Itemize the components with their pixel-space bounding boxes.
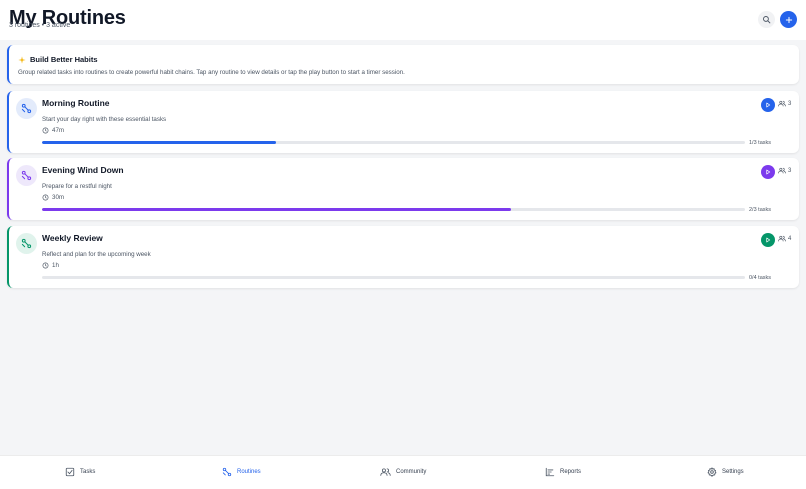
routine-icon — [16, 233, 37, 254]
task-count: 1/3 tasks — [749, 139, 772, 146]
page-subtitle: 3 routines • 3 active — [9, 22, 71, 29]
progress-fill — [42, 208, 511, 211]
participant-number: 3 — [788, 167, 792, 174]
nav-label: Community — [396, 469, 427, 475]
nav-label: Settings — [722, 469, 744, 475]
routine-duration: 47m — [42, 127, 64, 134]
clock-icon — [42, 194, 49, 201]
clock-icon — [42, 127, 49, 134]
play-button[interactable] — [761, 165, 775, 179]
routine-card[interactable]: Morning Routine Start your day right with… — [7, 91, 799, 153]
routine-description: Reflect and plan for the upcoming week — [42, 251, 151, 258]
add-routine-button[interactable] — [780, 11, 797, 28]
chart-icon — [545, 467, 555, 477]
play-icon — [766, 169, 771, 175]
task-count: 2/3 tasks — [749, 206, 772, 213]
participant-number: 3 — [788, 100, 792, 107]
checkbox-icon — [65, 467, 75, 477]
routine-card[interactable]: Evening Wind Down Prepare for a restful n… — [7, 158, 799, 220]
nav-community[interactable]: Community — [380, 467, 426, 477]
sparkle-icon — [18, 55, 26, 64]
tip-card: Build Better Habits Group related tasks … — [7, 45, 799, 84]
search-icon — [763, 16, 771, 24]
routine-icon — [16, 98, 37, 119]
gear-icon — [707, 467, 717, 477]
nav-label: Reports — [560, 469, 582, 475]
play-button[interactable] — [761, 98, 775, 112]
routine-duration: 1h — [42, 262, 59, 269]
duration-value: 47m — [52, 127, 65, 134]
routine-description: Prepare for a restful night — [42, 183, 112, 190]
community-icon — [380, 467, 391, 477]
users-icon — [778, 167, 786, 174]
search-button[interactable] — [758, 11, 775, 28]
routine-name: Morning Routine — [42, 98, 110, 108]
tip-body: Group related tasks into routines to cre… — [18, 69, 405, 76]
users-icon — [778, 235, 786, 242]
play-button[interactable] — [761, 233, 775, 247]
bottom-navigation: Tasks Routines Community Reports Settings — [0, 455, 806, 489]
duration-value: 30m — [52, 194, 65, 201]
participant-number: 4 — [788, 235, 792, 242]
routine-name: Weekly Review — [42, 233, 103, 243]
play-icon — [766, 102, 771, 108]
nav-reports[interactable]: Reports — [545, 467, 581, 477]
tip-heading: Build Better Habits — [18, 55, 98, 64]
routine-icon — [222, 467, 232, 477]
nav-routines[interactable]: Routines — [222, 467, 261, 477]
routine-name: Evening Wind Down — [42, 165, 124, 175]
progress-track — [42, 141, 745, 144]
app-header: My Routines 3 routines • 3 active — [0, 0, 806, 40]
routine-icon — [16, 165, 37, 186]
progress-track — [42, 208, 745, 211]
nav-settings[interactable]: Settings — [707, 467, 744, 477]
nav-tasks[interactable]: Tasks — [65, 467, 95, 477]
participant-count: 3 — [778, 167, 791, 174]
tip-title: Build Better Habits — [30, 55, 98, 64]
routine-duration: 30m — [42, 194, 64, 201]
plus-icon — [785, 16, 792, 23]
progress-fill — [42, 141, 277, 144]
clock-icon — [42, 262, 49, 269]
nav-label: Routines — [237, 469, 261, 475]
play-icon — [766, 237, 771, 243]
nav-label: Tasks — [80, 469, 96, 475]
routine-description: Start your day right with these essentia… — [42, 116, 167, 123]
progress-track — [42, 276, 745, 279]
task-count: 0/4 tasks — [749, 274, 772, 281]
users-icon — [778, 100, 786, 107]
routine-card[interactable]: Weekly Review Reflect and plan for the up… — [7, 226, 799, 288]
participant-count: 3 — [778, 100, 791, 107]
participant-count: 4 — [778, 235, 791, 242]
duration-value: 1h — [52, 262, 59, 269]
